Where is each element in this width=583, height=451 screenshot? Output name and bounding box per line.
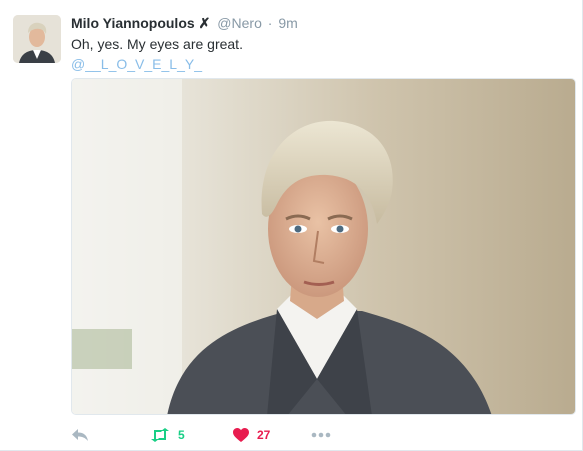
retweet-count: 5 [178,428,185,442]
tweet-actions: 5 27 [71,424,371,446]
author-mark: ✗ [198,15,211,31]
separator: · [267,15,273,31]
tweet-text: Oh, yes. My eyes are great. @__L_O_V_E_L… [71,34,243,74]
mention-link[interactable]: @__L_O_V_E_L_Y_ [71,56,202,72]
retweet-icon [151,428,169,442]
tweet-header: Milo Yiannopoulos ✗ @Nero · 9m [71,14,298,32]
reply-icon [72,429,88,441]
tweet-media[interactable] [71,78,576,415]
timestamp[interactable]: 9m [278,15,297,31]
reply-button[interactable] [71,424,89,446]
retweet-button[interactable]: 5 [150,424,185,446]
tweet: Milo Yiannopoulos ✗ @Nero · 9m Oh, yes. M… [0,0,583,451]
author-handle[interactable]: @Nero [217,15,262,31]
tweet-body: Oh, yes. My eyes are great. [71,36,243,52]
more-button[interactable] [311,424,331,446]
like-button[interactable]: 27 [233,424,270,446]
like-count: 27 [257,428,271,442]
portrait-photo [72,79,575,414]
heart-icon [233,428,249,442]
avatar-photo [13,15,61,63]
avatar[interactable] [13,15,61,63]
more-icon [311,432,331,438]
author-name[interactable]: Milo Yiannopoulos [71,15,195,31]
